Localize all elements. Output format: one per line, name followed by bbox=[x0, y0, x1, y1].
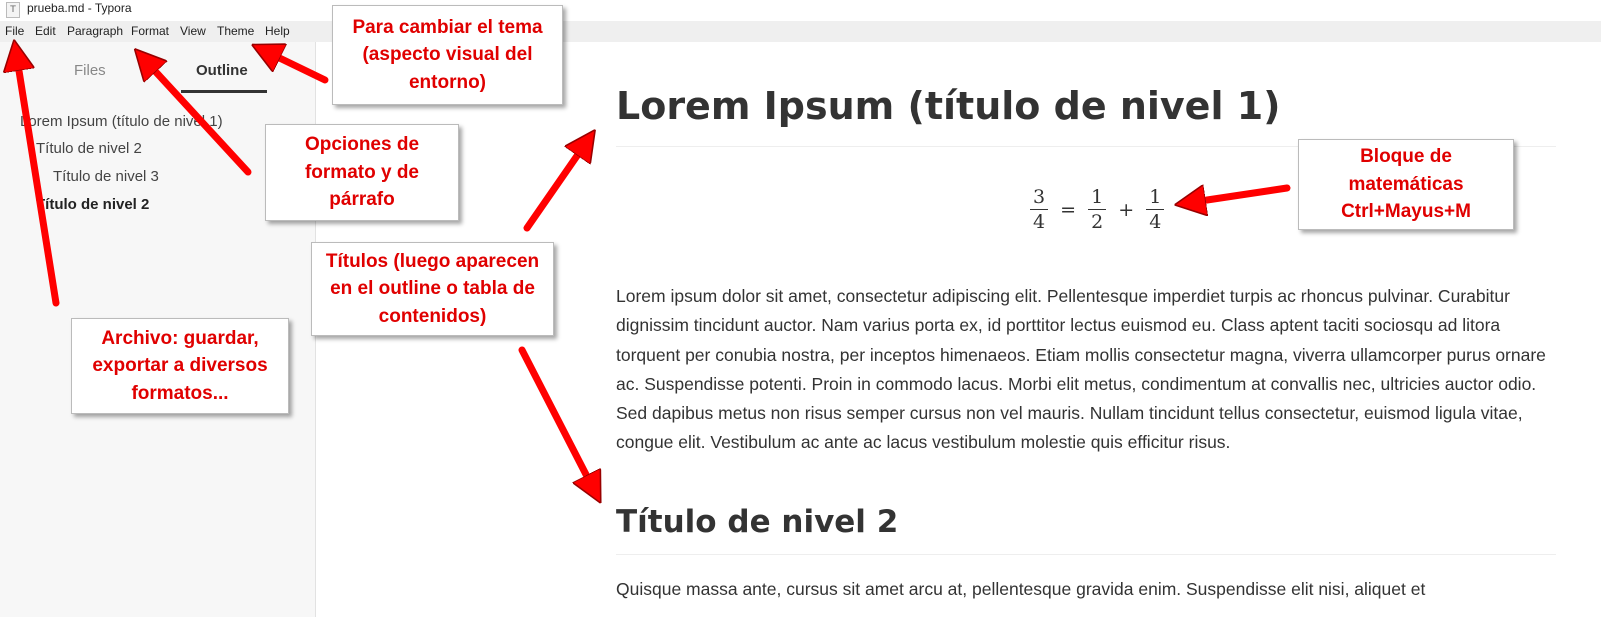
callout-math: Bloque de matemáticas Ctrl+Mayus+M bbox=[1298, 139, 1514, 230]
outline-item-h3[interactable]: Título de nivel 3 bbox=[53, 168, 159, 185]
menu-file[interactable]: File bbox=[5, 24, 24, 38]
menu-format[interactable]: Format bbox=[131, 24, 169, 38]
callout-format: Opciones de formato y de párrafo bbox=[265, 124, 459, 221]
tab-files[interactable]: Files bbox=[74, 62, 106, 79]
title-bar: T prueba.md - Typora bbox=[0, 0, 1601, 21]
menu-help[interactable]: Help bbox=[265, 24, 290, 38]
heading-level-1[interactable]: Lorem Ipsum (título de nivel 1) bbox=[616, 84, 1281, 128]
active-tab-indicator bbox=[181, 90, 267, 93]
outline-item-h2[interactable]: Título de nivel 2 bbox=[36, 140, 142, 157]
callout-theme: Para cambiar el tema (aspecto visual del… bbox=[332, 5, 563, 105]
callout-titles: Títulos (luego aparecen en el outline o … bbox=[311, 242, 554, 336]
tab-outline[interactable]: Outline bbox=[196, 62, 248, 79]
outline-item-h2-active[interactable]: Título de nivel 2 bbox=[36, 196, 149, 213]
menu-paragraph[interactable]: Paragraph bbox=[67, 24, 123, 38]
outline-item-h1[interactable]: Lorem Ipsum (título de nivel 1) bbox=[20, 113, 223, 130]
paragraph[interactable]: Quisque massa ante, cursus sit amet arcu… bbox=[616, 575, 1556, 604]
callout-file: Archivo: guardar, exportar a diversos fo… bbox=[71, 318, 289, 414]
equals-sign: = bbox=[1060, 198, 1077, 221]
math-block[interactable]: 34 = 12 + 14 bbox=[1028, 185, 1166, 234]
paragraph[interactable]: Lorem ipsum dolor sit amet, consectetur … bbox=[616, 282, 1556, 458]
menu-view[interactable]: View bbox=[180, 24, 206, 38]
fraction: 14 bbox=[1146, 185, 1165, 234]
plus-sign: + bbox=[1118, 198, 1135, 221]
fraction: 12 bbox=[1088, 185, 1107, 234]
menu-bar: File Edit Paragraph Format View Theme He… bbox=[0, 21, 1601, 42]
fraction: 34 bbox=[1030, 185, 1049, 234]
heading-divider bbox=[616, 554, 1556, 555]
menu-edit[interactable]: Edit bbox=[35, 24, 56, 38]
window-title: prueba.md - Typora bbox=[27, 1, 132, 15]
menu-theme[interactable]: Theme bbox=[217, 24, 254, 38]
heading-level-2[interactable]: Título de nivel 2 bbox=[616, 504, 898, 540]
typora-app-icon: T bbox=[6, 2, 20, 18]
